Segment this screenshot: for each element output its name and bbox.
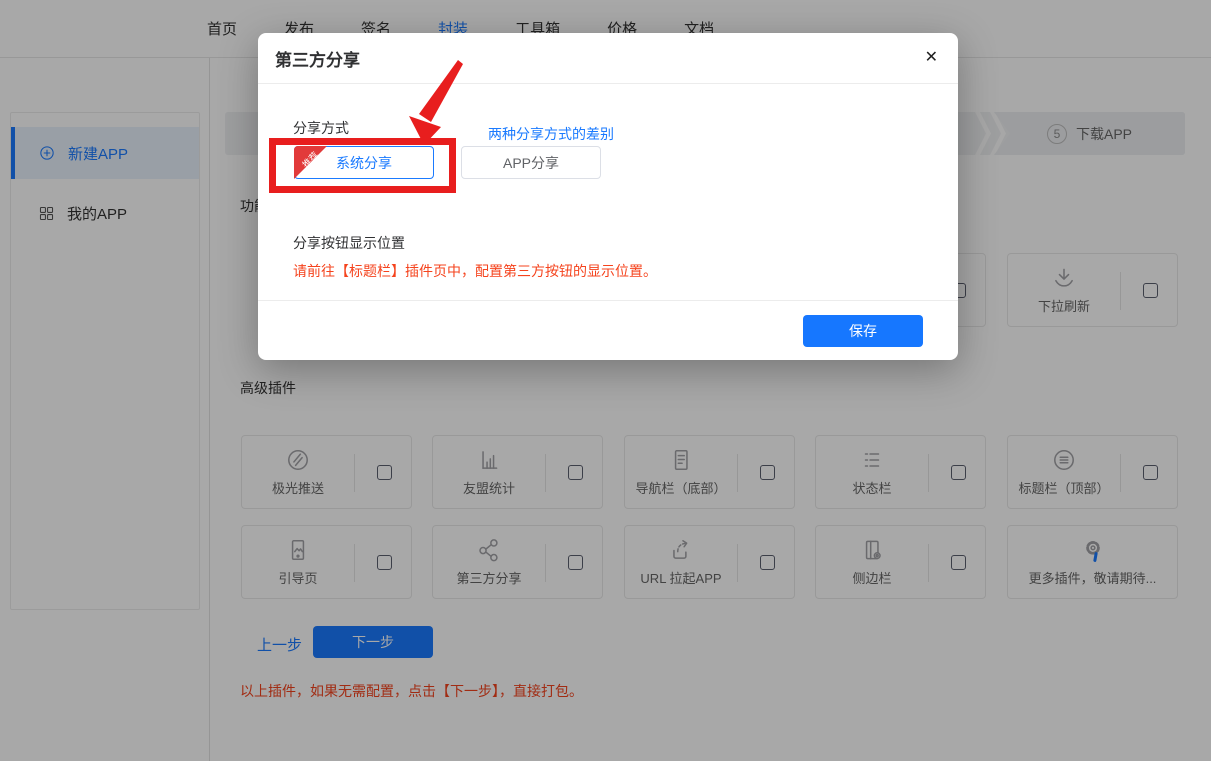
position-warning-text: 请前往【标题栏】插件页中，配置第三方按钮的显示位置。 [293,261,657,281]
modal-footer: 保存 [258,300,958,360]
share-method-label: 分享方式 [293,118,349,138]
save-button[interactable]: 保存 [803,315,923,347]
modal-title: 第三方分享 [275,46,360,71]
close-icon[interactable]: ✕ [925,50,938,66]
app-share-option[interactable]: APP分享 [461,146,601,179]
app-share-label: APP分享 [503,153,559,173]
system-share-label: 系统分享 [336,153,392,173]
app-packaging-page: 首页 发布 签名 封装 工具箱 价格 文档 封装/新建APP 新建APP 我的A… [0,0,1211,761]
button-position-label: 分享按钮显示位置 [293,233,405,253]
recommended-ribbon-label: 推荐 [293,143,326,176]
modal-header: 第三方分享 ✕ [258,33,958,84]
third-party-share-modal: 第三方分享 ✕ 分享方式 两种分享方式的差别 推荐 系统分享 APP分享 分享按… [258,33,958,360]
share-method-diff-link[interactable]: 两种分享方式的差别 [488,124,614,144]
recommended-ribbon: 推荐 [294,146,327,179]
system-share-option[interactable]: 推荐 系统分享 [294,146,434,179]
